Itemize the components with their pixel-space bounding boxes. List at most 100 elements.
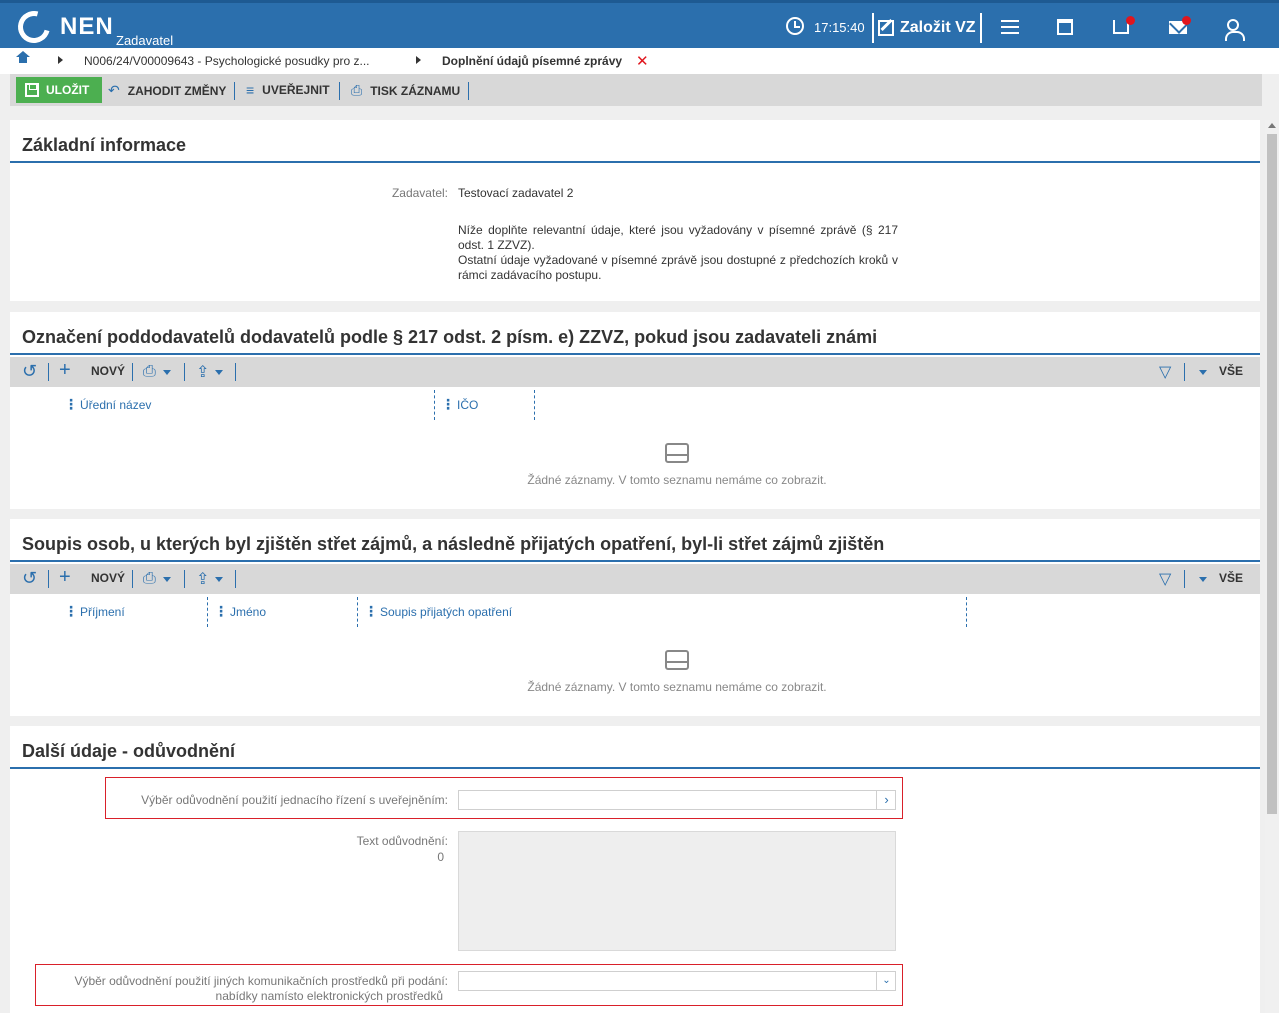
refresh-icon[interactable]: ↺ [22,568,37,589]
divider [980,13,982,43]
create-vz-label: Založit VZ [900,19,976,36]
chevron-down-icon[interactable] [215,370,223,375]
divider [1184,570,1185,588]
empty-tray-icon [665,650,689,670]
page-scrollbar[interactable] [1265,120,1279,1013]
discard-label: ZAHODIT ZMĚNY [127,83,227,98]
empty-message: Žádné záznamy. V tomto seznamu nemáme co… [527,473,827,487]
communication-means-label: nabídky namísto elektronických prostředk… [215,989,443,1003]
chevron-down-icon[interactable] [163,577,171,582]
divider [48,570,49,588]
zadavatel-value: Testovací zadavatel 2 [458,186,574,200]
filter-all-button[interactable]: VŠE [1219,571,1243,585]
chevron-right-icon [416,56,421,64]
panel-title: Další údaje - odůvodnění [22,741,236,761]
chevron-down-icon[interactable] [215,577,223,582]
column-menu-icon[interactable]: ⋮ [364,603,378,620]
grid-toolbar: ↺ + NOVÝ ⎙ ⇪ ▽ VŠE [10,357,1260,387]
column-divider[interactable] [357,597,358,627]
filter-all-button[interactable]: VŠE [1219,364,1243,378]
divider [10,353,1260,355]
column-divider[interactable] [966,597,967,627]
discard-changes-button[interactable]: ↶ ZAHODIT ZMĚNY [108,82,226,99]
subcontractors-panel: Označení poddodavatelů dodavatelů podle … [10,312,1260,509]
calendar-icon[interactable] [1057,19,1073,35]
column-header-name[interactable]: Úřední název [80,398,151,412]
undo-icon: ↶ [108,82,120,98]
column-divider[interactable] [434,390,435,420]
publish-button[interactable]: ≡ UVEŘEJNIT [246,82,330,98]
chevron-down-icon[interactable] [1199,577,1207,582]
chevron-down-icon[interactable] [1199,370,1207,375]
filter-icon[interactable]: ▽ [1159,569,1171,589]
save-label: ULOŽIT [46,83,90,97]
column-menu-icon[interactable]: ⋮ [64,603,78,620]
column-header-surname[interactable]: Příjmení [80,605,125,619]
empty-message: Žádné záznamy. V tomto seznamu nemáme co… [527,680,827,694]
divider [10,161,1260,163]
zadavatel-label: Zadavatel: [391,186,448,200]
panel-title: Základní informace [22,135,187,155]
logo-text[interactable]: NEN [60,13,114,41]
home-icon[interactable] [16,51,30,66]
export-icon[interactable]: ⇪ [196,569,209,589]
conflicts-panel: Soupis osob, u kterých byl zjištěn střet… [10,519,1260,716]
justification-text-label: Text odůvodnění: [356,834,448,848]
edit-icon [878,20,894,36]
logo-subtitle: Zadavatel [116,33,174,48]
print-icon[interactable]: ⎙ [143,570,156,588]
divider [872,13,874,43]
filter-icon[interactable]: ▽ [1159,362,1171,382]
print-icon: ⎙ [351,82,363,98]
panel-title: Označení poddodavatelů dodavatelů podle … [22,327,878,347]
chevron-down-icon[interactable]: ⌄ [876,971,896,991]
column-divider[interactable] [534,390,535,420]
print-icon[interactable]: ⎙ [143,363,156,381]
export-icon[interactable]: ⇪ [196,362,209,382]
session-time: 17:15:40 [814,20,865,35]
column-header-measures[interactable]: Soupis přijatých opatření [380,605,512,619]
create-vz-button[interactable]: Založit VZ [878,15,976,41]
justification-textarea[interactable] [458,831,896,951]
scroll-up-icon[interactable] [1268,123,1276,128]
breadcrumb-item-current: Doplnění údajů písemné zprávy [442,54,623,68]
justification-panel: Další údaje - odůvodnění Výběr odůvodněn… [10,726,1260,1013]
breadcrumb-item-contract[interactable]: N006/24/V00009643 - Psychologické posudk… [84,54,370,68]
notification-badge [1126,16,1135,25]
divider [184,363,185,381]
publish-label: UVEŘEJNIT [262,83,330,97]
divider [184,570,185,588]
close-icon[interactable]: ✕ [636,52,649,70]
communication-means-select[interactable] [458,971,896,991]
divider [10,560,1260,562]
negotiated-procedure-select[interactable] [458,790,896,810]
chevron-right-icon[interactable]: › [876,790,896,810]
divider [10,767,1260,769]
communication-means-label: Výběr odůvodnění použití jiných komunika… [74,974,448,988]
add-icon[interactable]: + [59,566,71,589]
user-icon[interactable] [1225,19,1245,41]
column-menu-icon[interactable]: ⋮ [214,603,228,620]
column-menu-icon[interactable]: ⋮ [64,396,78,413]
panel-title: Soupis osob, u kterých byl zjištěn střet… [22,534,885,554]
column-menu-icon[interactable]: ⋮ [441,396,455,413]
divider [132,363,133,381]
publish-icon: ≡ [246,82,255,98]
new-record-button[interactable]: NOVÝ [91,571,125,585]
column-header-ico[interactable]: IČO [457,398,478,412]
save-button[interactable]: ULOŽIT [16,77,102,103]
character-count: 0 [437,850,444,864]
basic-info-panel: Základní informace Zadavatel: Testovací … [10,120,1260,301]
print-record-button[interactable]: ⎙ TISK ZÁZNAMU [351,82,460,99]
column-divider[interactable] [207,597,208,627]
column-header-firstname[interactable]: Jméno [230,605,266,619]
print-label: TISK ZÁZNAMU [370,83,461,98]
refresh-icon[interactable]: ↺ [22,361,37,382]
new-record-button[interactable]: NOVÝ [91,364,125,378]
chevron-down-icon[interactable] [163,370,171,375]
action-toolbar: ULOŽIT ↶ ZAHODIT ZMĚNY ≡ UVEŘEJNIT ⎙ TIS… [10,74,1262,106]
divider [235,363,236,381]
menu-icon[interactable] [1001,20,1019,34]
nen-logo-icon[interactable] [12,5,56,49]
add-icon[interactable]: + [59,359,71,382]
